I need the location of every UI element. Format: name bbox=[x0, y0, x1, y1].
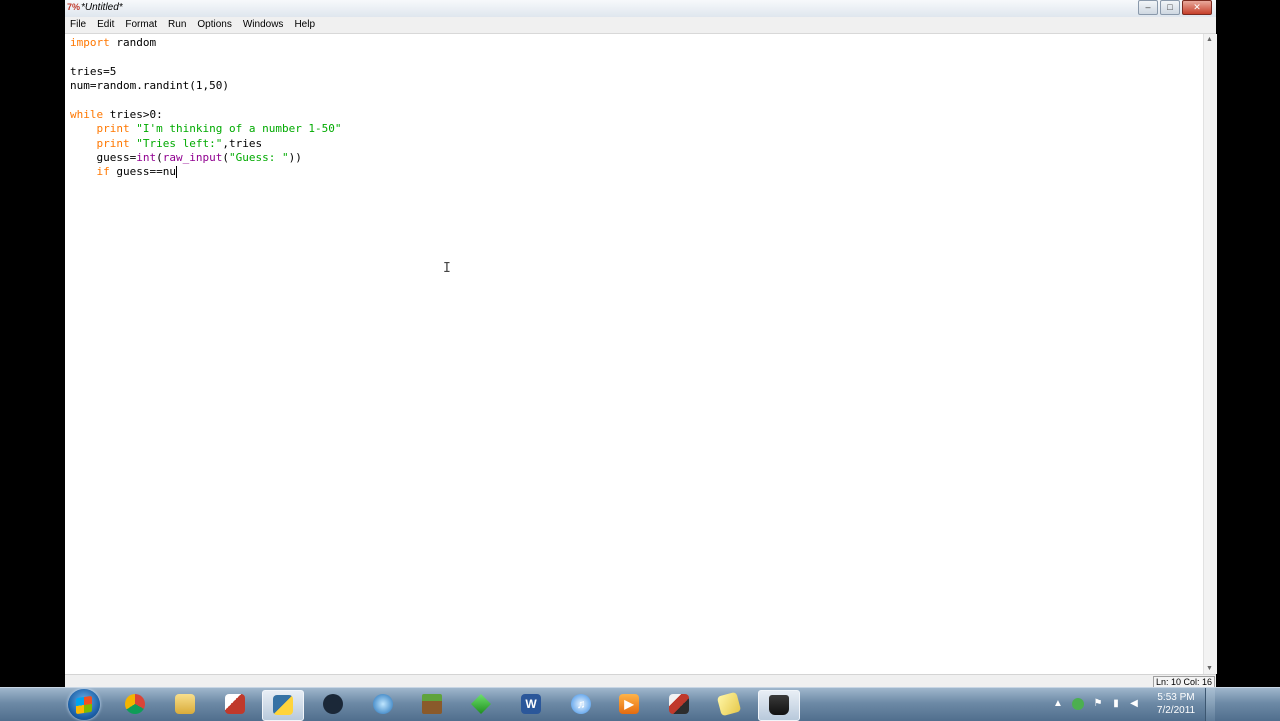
clock-date: 7/2/2011 bbox=[1156, 705, 1196, 716]
taskbar-spiral-app[interactable] bbox=[363, 690, 403, 719]
keyword: while bbox=[70, 108, 104, 121]
code-line-10: if guess==nu bbox=[70, 165, 177, 179]
code-editor[interactable]: import random tries=5 num=random.randint… bbox=[65, 34, 1203, 674]
code-line-7: print "I'm thinking of a number 1-50" bbox=[70, 122, 342, 136]
network-icon[interactable]: ⚑ bbox=[1092, 698, 1104, 710]
code-line-8: print "Tries left:",tries bbox=[70, 137, 263, 151]
python-idle-icon: 7% bbox=[67, 2, 81, 12]
menu-edit[interactable]: Edit bbox=[92, 17, 120, 33]
maximize-button[interactable]: □ bbox=[1160, 0, 1180, 15]
code-text: guess= bbox=[96, 151, 137, 164]
clock[interactable]: 5:53 PM 7/2/2011 bbox=[1150, 691, 1202, 717]
code-text: )) bbox=[288, 151, 302, 164]
itunes-icon: ♫ bbox=[571, 694, 591, 714]
code-text: ( bbox=[156, 151, 163, 164]
taskbar-explorer[interactable] bbox=[165, 690, 205, 719]
minimize-button[interactable]: – bbox=[1138, 0, 1158, 15]
taskbar-minecraft[interactable] bbox=[412, 690, 452, 719]
sims-icon bbox=[471, 694, 491, 714]
scroll-down-icon[interactable]: ▼ bbox=[1206, 665, 1213, 672]
windows-logo-icon bbox=[76, 695, 92, 715]
code-text: ( bbox=[222, 151, 229, 164]
taskbar-sims[interactable] bbox=[461, 690, 501, 719]
taskbar-paint[interactable] bbox=[215, 690, 255, 719]
keyword: print bbox=[96, 137, 130, 150]
code-line-4: num=random.randint(1,50) bbox=[70, 79, 229, 93]
title-bar[interactable]: 7% *Untitled* – □ ✕ bbox=[65, 0, 1216, 17]
ibeam-cursor-icon: I bbox=[443, 261, 451, 276]
steam-icon bbox=[323, 694, 343, 714]
builtin: raw_input bbox=[162, 151, 223, 164]
tophat-app-icon bbox=[769, 695, 789, 715]
media-player-icon: ▶ bbox=[619, 694, 639, 714]
word-icon: W bbox=[521, 694, 541, 714]
minecraft-icon bbox=[422, 694, 442, 714]
keyword: import bbox=[70, 36, 110, 49]
clock-time: 5:53 PM bbox=[1157, 692, 1195, 703]
window-title: *Untitled* bbox=[81, 2, 123, 13]
window-controls: – □ ✕ bbox=[1138, 0, 1212, 15]
taskbar-itunes[interactable]: ♫ bbox=[561, 690, 601, 719]
notes-icon bbox=[716, 691, 742, 717]
paint-icon bbox=[225, 694, 245, 714]
scroll-up-icon[interactable]: ▲ bbox=[1206, 36, 1213, 43]
menu-file[interactable]: File bbox=[65, 17, 92, 33]
string-literal: "Guess: " bbox=[228, 151, 289, 164]
taskbar-tophat-app[interactable] bbox=[758, 690, 800, 721]
idle-window: 7% *Untitled* – □ ✕ File Edit Format Run… bbox=[65, 0, 1217, 688]
keyword: if bbox=[96, 165, 110, 178]
string-literal: "Tries left:" bbox=[136, 137, 223, 150]
code-line-3: tries=5 bbox=[70, 65, 116, 79]
taskbar: W ♫ ▶ ▲ ⚑ ▮ ◀ 5:53 PM 7/2/2011 bbox=[0, 687, 1280, 721]
menu-windows[interactable]: Windows bbox=[238, 17, 290, 33]
builtin: int bbox=[136, 151, 157, 164]
show-desktop-button[interactable] bbox=[1205, 688, 1215, 721]
keyword: print bbox=[96, 122, 130, 135]
code-line-6: while tries>0: bbox=[70, 108, 163, 122]
signal-icon[interactable]: ▮ bbox=[1110, 698, 1122, 710]
code-text: tries=5 bbox=[70, 65, 117, 78]
python-icon bbox=[273, 695, 293, 715]
volume-icon[interactable]: ◀ bbox=[1128, 698, 1140, 710]
code-text: random bbox=[109, 36, 157, 49]
text-caret bbox=[175, 166, 177, 178]
menu-bar: File Edit Format Run Options Windows Hel… bbox=[65, 17, 1216, 34]
menu-run[interactable]: Run bbox=[163, 17, 192, 33]
taskbar-notes[interactable] bbox=[709, 690, 749, 719]
code-line-9: guess=int(raw_input("Guess: ")) bbox=[70, 151, 302, 165]
explorer-folder-icon bbox=[175, 694, 195, 714]
string-literal: "I'm thinking of a number 1-50" bbox=[136, 122, 342, 135]
menu-help[interactable]: Help bbox=[289, 17, 321, 33]
game-icon bbox=[669, 694, 689, 714]
taskbar-python[interactable] bbox=[262, 690, 304, 721]
taskbar-steam[interactable] bbox=[313, 690, 353, 719]
code-text: guess==nu bbox=[109, 165, 176, 178]
chrome-icon bbox=[125, 694, 145, 714]
vertical-scrollbar[interactable]: ▲ ▼ bbox=[1203, 34, 1217, 674]
close-button[interactable]: ✕ bbox=[1182, 0, 1212, 15]
code-text: num=random.randint(1,50) bbox=[70, 79, 229, 92]
taskbar-chrome[interactable] bbox=[115, 690, 155, 719]
tray-app-icon[interactable] bbox=[1072, 698, 1084, 710]
code-text: tries>0: bbox=[103, 108, 163, 121]
taskbar-word[interactable]: W bbox=[511, 690, 551, 719]
spiral-app-icon bbox=[373, 694, 393, 714]
status-bar: Ln: 10 Col: 16 bbox=[65, 674, 1216, 688]
start-button[interactable] bbox=[68, 689, 100, 720]
taskbar-media-player[interactable]: ▶ bbox=[609, 690, 649, 719]
menu-format[interactable]: Format bbox=[120, 17, 163, 33]
code-line-1: import random bbox=[70, 36, 156, 50]
menu-options[interactable]: Options bbox=[192, 17, 237, 33]
show-hidden-icons-arrow[interactable]: ▲ bbox=[1052, 698, 1064, 710]
code-text: ,tries bbox=[222, 137, 263, 150]
taskbar-game[interactable] bbox=[659, 690, 699, 719]
